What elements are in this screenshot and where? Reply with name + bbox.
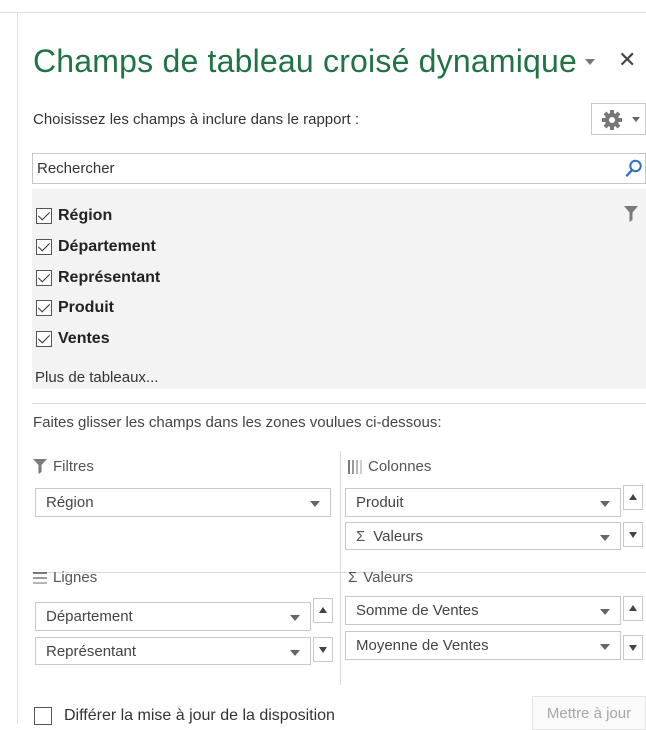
pill-label: Valeurs xyxy=(373,527,424,545)
columns-scroll-up-button[interactable] xyxy=(623,485,643,510)
chevron-down-icon[interactable] xyxy=(600,644,610,650)
drag-instruction: Faites glisser les champs dans les zones… xyxy=(33,414,442,431)
sigma-icon: Σ xyxy=(356,527,366,545)
values-scroll-down-button[interactable] xyxy=(623,635,643,660)
rows-scroll-down-button[interactable] xyxy=(313,637,333,662)
field-checkbox[interactable] xyxy=(36,300,52,316)
tools-button[interactable] xyxy=(591,103,646,135)
pill-label: Département xyxy=(46,608,133,625)
search-box[interactable] xyxy=(32,153,646,184)
chevron-down-icon xyxy=(632,117,640,122)
field-item-departement[interactable]: Département xyxy=(36,235,156,259)
chevron-down-icon[interactable] xyxy=(310,501,320,507)
field-item-ventes[interactable]: Ventes xyxy=(36,327,110,351)
values-item-somme[interactable]: Somme de Ventes xyxy=(345,596,621,625)
pill-label: Moyenne de Ventes xyxy=(356,637,489,654)
pill-label: Représentant xyxy=(46,642,137,660)
rows-scroll-up-button[interactable] xyxy=(313,598,333,623)
field-item-produit[interactable]: Produit xyxy=(36,296,114,320)
field-label: Ventes xyxy=(58,330,110,347)
rows-item-representant[interactable]: Représentant xyxy=(35,637,311,665)
values-area-header: Σ Valeurs xyxy=(348,569,413,586)
field-item-representant[interactable]: Représentant xyxy=(36,266,160,290)
search-icon[interactable] xyxy=(625,159,643,182)
close-icon[interactable]: ✕ xyxy=(618,47,636,73)
columns-scroll-down-button[interactable] xyxy=(623,522,643,547)
filter-icon xyxy=(624,206,638,227)
chevron-down-icon[interactable] xyxy=(600,609,610,615)
field-list: Région Département Représentant Produit … xyxy=(32,189,646,389)
field-item-region[interactable]: Région xyxy=(36,204,112,228)
section-divider xyxy=(32,403,646,404)
values-item-moyenne[interactable]: Moyenne de Ventes xyxy=(345,631,621,660)
chevron-down-icon[interactable] xyxy=(600,501,610,507)
filters-area-header: Filtres xyxy=(33,458,94,475)
rows-item-departement[interactable]: Département xyxy=(35,602,311,631)
field-checkbox[interactable] xyxy=(36,239,52,255)
pane-options-dropdown-icon[interactable] xyxy=(585,59,595,65)
field-label: Région xyxy=(58,207,113,224)
defer-checkbox[interactable] xyxy=(34,707,52,725)
columns-item-valeurs[interactable]: Σ Valeurs xyxy=(345,522,621,550)
sigma-icon: Σ xyxy=(348,569,358,586)
search-input[interactable] xyxy=(33,154,613,183)
more-tables-link[interactable]: Plus de tableaux... xyxy=(35,369,158,386)
field-label: Représentant xyxy=(58,269,161,286)
columns-item-produit[interactable]: Produit xyxy=(345,488,621,517)
field-checkbox[interactable] xyxy=(36,331,52,347)
gear-icon xyxy=(602,110,622,135)
chevron-down-icon[interactable] xyxy=(600,535,610,541)
rows-area-header: Lignes xyxy=(33,569,97,586)
defer-layout-update[interactable]: Différer la mise à jour de la dispositio… xyxy=(34,707,335,725)
area-horizontal-divider xyxy=(32,572,646,573)
pill-label: Région xyxy=(46,494,94,511)
rows-area-label: Lignes xyxy=(53,569,98,586)
defer-label: Différer la mise à jour de la dispositio… xyxy=(64,707,335,724)
columns-area-header: Colonnes xyxy=(348,458,431,475)
chevron-down-icon[interactable] xyxy=(290,615,300,621)
values-area-label: Valeurs xyxy=(363,569,414,586)
filters-item-region[interactable]: Région xyxy=(35,488,331,517)
field-checkbox[interactable] xyxy=(36,208,52,224)
field-label: Département xyxy=(58,238,156,255)
field-label: Produit xyxy=(58,299,114,316)
pill-label: Somme de Ventes xyxy=(356,602,479,619)
pill-label: Produit xyxy=(356,494,404,511)
columns-area-label: Colonnes xyxy=(368,458,432,475)
rows-icon xyxy=(33,571,47,584)
filters-area-label: Filtres xyxy=(53,458,94,475)
columns-icon xyxy=(348,459,362,474)
filter-icon xyxy=(33,459,47,474)
field-checkbox[interactable] xyxy=(36,270,52,286)
update-button[interactable]: Mettre à jour xyxy=(532,696,646,730)
values-scroll-up-button[interactable] xyxy=(623,596,643,621)
chevron-down-icon[interactable] xyxy=(290,650,300,656)
area-vertical-divider xyxy=(340,451,341,685)
pane-subtitle: Choisissez les champs à inclure dans le … xyxy=(33,111,359,128)
pane-title: Champs de tableau croisé dynamique xyxy=(33,43,578,79)
pivot-field-list-pane: Champs de tableau croisé dynamique ✕ Cho… xyxy=(18,13,646,730)
